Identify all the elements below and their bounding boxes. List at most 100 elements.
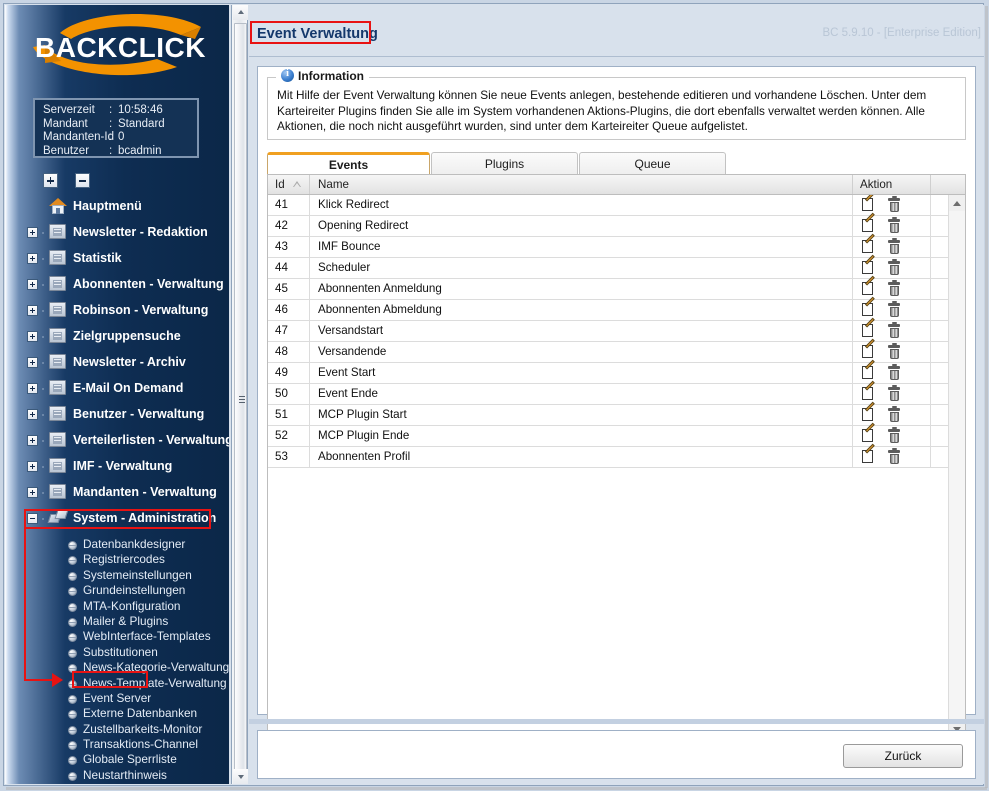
expander-minus-icon[interactable] xyxy=(27,513,38,524)
delete-icon[interactable] xyxy=(888,406,900,422)
sidebar-item-verteilerlisten-verwaltung[interactable]: Verteilerlisten - Verwaltung xyxy=(5,427,229,453)
delete-icon[interactable] xyxy=(888,343,900,359)
sidebar-item-imf-verwaltung[interactable]: IMF - Verwaltung xyxy=(5,453,229,479)
delete-icon[interactable] xyxy=(888,217,900,233)
scroll-up-button[interactable] xyxy=(233,5,248,20)
table-row[interactable]: 44 Scheduler xyxy=(268,254,948,279)
sidebar-item-newsletter-redaktion[interactable]: Newsletter - Redaktion xyxy=(5,219,229,245)
sidebar-subitem-grundeinstellungen[interactable]: Grundeinstellungen xyxy=(5,583,229,598)
sidebar-subitem-neustarthinweis[interactable]: Neustarthinweis xyxy=(5,768,229,783)
table-row[interactable]: 48 Versandende xyxy=(268,338,948,363)
edit-icon[interactable] xyxy=(862,195,876,212)
sidebar-subitem-registriercodes[interactable]: Registriercodes xyxy=(5,552,229,567)
table-row[interactable]: 47 Versandstart xyxy=(268,317,948,342)
expander-plus-icon[interactable] xyxy=(27,461,38,472)
expander-plus-icon[interactable] xyxy=(27,487,38,498)
sidebar-subitem-systemeinstellungen[interactable]: Systemeinstellungen xyxy=(5,568,229,583)
sidebar-subitem-substitutionen[interactable]: Substitutionen xyxy=(5,645,229,660)
table-row[interactable]: 52 MCP Plugin Ende xyxy=(268,422,948,447)
sidebar-item-newsletter-archiv[interactable]: Newsletter - Archiv xyxy=(5,349,229,375)
sidebar-subitem-wartungsarbeiten[interactable]: Wartungsarbeiten xyxy=(5,783,229,784)
edit-icon[interactable] xyxy=(862,275,876,296)
delete-icon[interactable] xyxy=(888,259,900,275)
tab-events[interactable]: Events xyxy=(267,152,430,175)
expander-plus-icon[interactable] xyxy=(27,357,38,368)
sidebar-item-benutzer-verwaltung[interactable]: Benutzer - Verwaltung xyxy=(5,401,229,427)
back-button[interactable]: Zurück xyxy=(843,744,963,768)
table-row[interactable]: 41 Klick Redirect xyxy=(268,195,948,216)
column-header-name[interactable]: Name xyxy=(311,175,853,194)
sidebar-item-abonnenten-verwaltung[interactable]: Abonnenten - Verwaltung xyxy=(5,271,229,297)
expand-all-icon[interactable] xyxy=(43,173,58,188)
edit-icon[interactable] xyxy=(862,254,876,275)
sidebar-item-system-administration[interactable]: System - Administration xyxy=(5,505,229,531)
delete-icon[interactable] xyxy=(888,427,900,443)
scroll-down-button[interactable] xyxy=(233,769,248,784)
collapse-all-icon[interactable] xyxy=(75,173,91,188)
column-header-id[interactable]: Id xyxy=(268,175,310,194)
sidebar-item-mandanten-verwaltung[interactable]: Mandanten - Verwaltung xyxy=(5,479,229,505)
delete-icon[interactable] xyxy=(888,385,900,401)
edit-icon[interactable] xyxy=(862,380,876,401)
edit-icon[interactable] xyxy=(862,443,876,464)
expander-plus-icon[interactable] xyxy=(27,409,38,420)
sidebar-scrollbar[interactable] xyxy=(231,5,248,784)
delete-icon[interactable] xyxy=(888,364,900,380)
delete-icon[interactable] xyxy=(888,196,900,212)
expander-plus-icon[interactable] xyxy=(27,383,38,394)
column-header-aktion[interactable]: Aktion xyxy=(853,175,931,194)
scrollbar-thumb[interactable] xyxy=(234,23,247,775)
tab-queue[interactable]: Queue xyxy=(579,152,726,175)
grid-scroll-up-button[interactable] xyxy=(949,195,965,211)
edit-icon[interactable] xyxy=(862,233,876,254)
delete-icon[interactable] xyxy=(888,280,900,296)
table-row[interactable]: 53 Abonnenten Profil xyxy=(268,443,948,468)
delete-icon[interactable] xyxy=(888,238,900,254)
edit-icon[interactable] xyxy=(862,296,876,317)
grid-scrollbar[interactable] xyxy=(948,195,965,737)
sidebar-item-hauptmenu[interactable]: Hauptmenü xyxy=(5,193,229,219)
session-info-key: Mandanten-Id xyxy=(43,131,114,143)
sidebar-subitem-mailer-plugins[interactable]: Mailer & Plugins xyxy=(5,614,229,629)
expander-plus-icon[interactable] xyxy=(27,331,38,342)
sidebar-subitem-datenbankdesigner[interactable]: Datenbankdesigner xyxy=(5,537,229,552)
table-row[interactable]: 51 MCP Plugin Start xyxy=(268,401,948,426)
expander-plus-icon[interactable] xyxy=(27,279,38,290)
sidebar-item-robinson-verwaltung[interactable]: Robinson - Verwaltung xyxy=(5,297,229,323)
expander-plus-icon[interactable] xyxy=(27,305,38,316)
sidebar-item-statistik[interactable]: Statistik xyxy=(5,245,229,271)
sidebar-item-zielgruppensuche[interactable]: Zielgruppensuche xyxy=(5,323,229,349)
expander-plus-icon[interactable] xyxy=(27,253,38,264)
edit-icon[interactable] xyxy=(862,401,876,422)
edit-icon[interactable] xyxy=(862,338,876,359)
table-row[interactable]: 49 Event Start xyxy=(268,359,948,384)
table-row[interactable]: 46 Abonnenten Abmeldung xyxy=(268,296,948,321)
sidebar-item-email-on-demand[interactable]: E-Mail On Demand xyxy=(5,375,229,401)
delete-icon[interactable] xyxy=(888,322,900,338)
table-row[interactable]: 42 Opening Redirect xyxy=(268,212,948,237)
delete-icon[interactable] xyxy=(888,301,900,317)
table-row[interactable]: 45 Abonnenten Anmeldung xyxy=(268,275,948,300)
delete-icon[interactable] xyxy=(888,448,900,464)
sidebar-subitem-webinterface-templates[interactable]: WebInterface-Templates xyxy=(5,629,229,644)
edit-icon[interactable] xyxy=(862,422,876,443)
sidebar-subitem-externe-datenbanken[interactable]: Externe Datenbanken xyxy=(5,706,229,721)
edit-icon[interactable] xyxy=(862,359,876,380)
sidebar-subitem-zustellbarkeits-monitor[interactable]: Zustellbarkeits-Monitor xyxy=(5,722,229,737)
sidebar-subitem-globale-sperrliste[interactable]: Globale Sperrliste xyxy=(5,752,229,767)
sidebar-subitem-transaktions-channel[interactable]: Transaktions-Channel xyxy=(5,737,229,752)
edit-icon[interactable] xyxy=(862,212,876,233)
expander-plus-icon[interactable] xyxy=(27,435,38,446)
sidebar-subitem-news-kategorie-verwaltung[interactable]: News-Kategorie-Verwaltung xyxy=(5,660,229,675)
sidebar-subitem-news-template-verwaltung[interactable]: News-Template-Verwaltung xyxy=(5,676,229,691)
content-panel: Information Mit Hilfe der Event Verwaltu… xyxy=(257,66,976,764)
sidebar-subitem-mta-konfiguration[interactable]: MTA-Konfiguration xyxy=(5,599,229,614)
edit-icon[interactable] xyxy=(862,317,876,338)
table-row[interactable]: 43 IMF Bounce xyxy=(268,233,948,258)
expander-plus-icon[interactable] xyxy=(27,227,38,238)
sidebar-subitem-event-server[interactable]: Event Server xyxy=(5,691,229,706)
session-info-value: Standard xyxy=(118,117,165,130)
table-row[interactable]: 50 Event Ende xyxy=(268,380,948,405)
tab-plugins[interactable]: Plugins xyxy=(431,152,578,175)
brand-logo[interactable]: BACKCLICK xyxy=(5,5,229,89)
